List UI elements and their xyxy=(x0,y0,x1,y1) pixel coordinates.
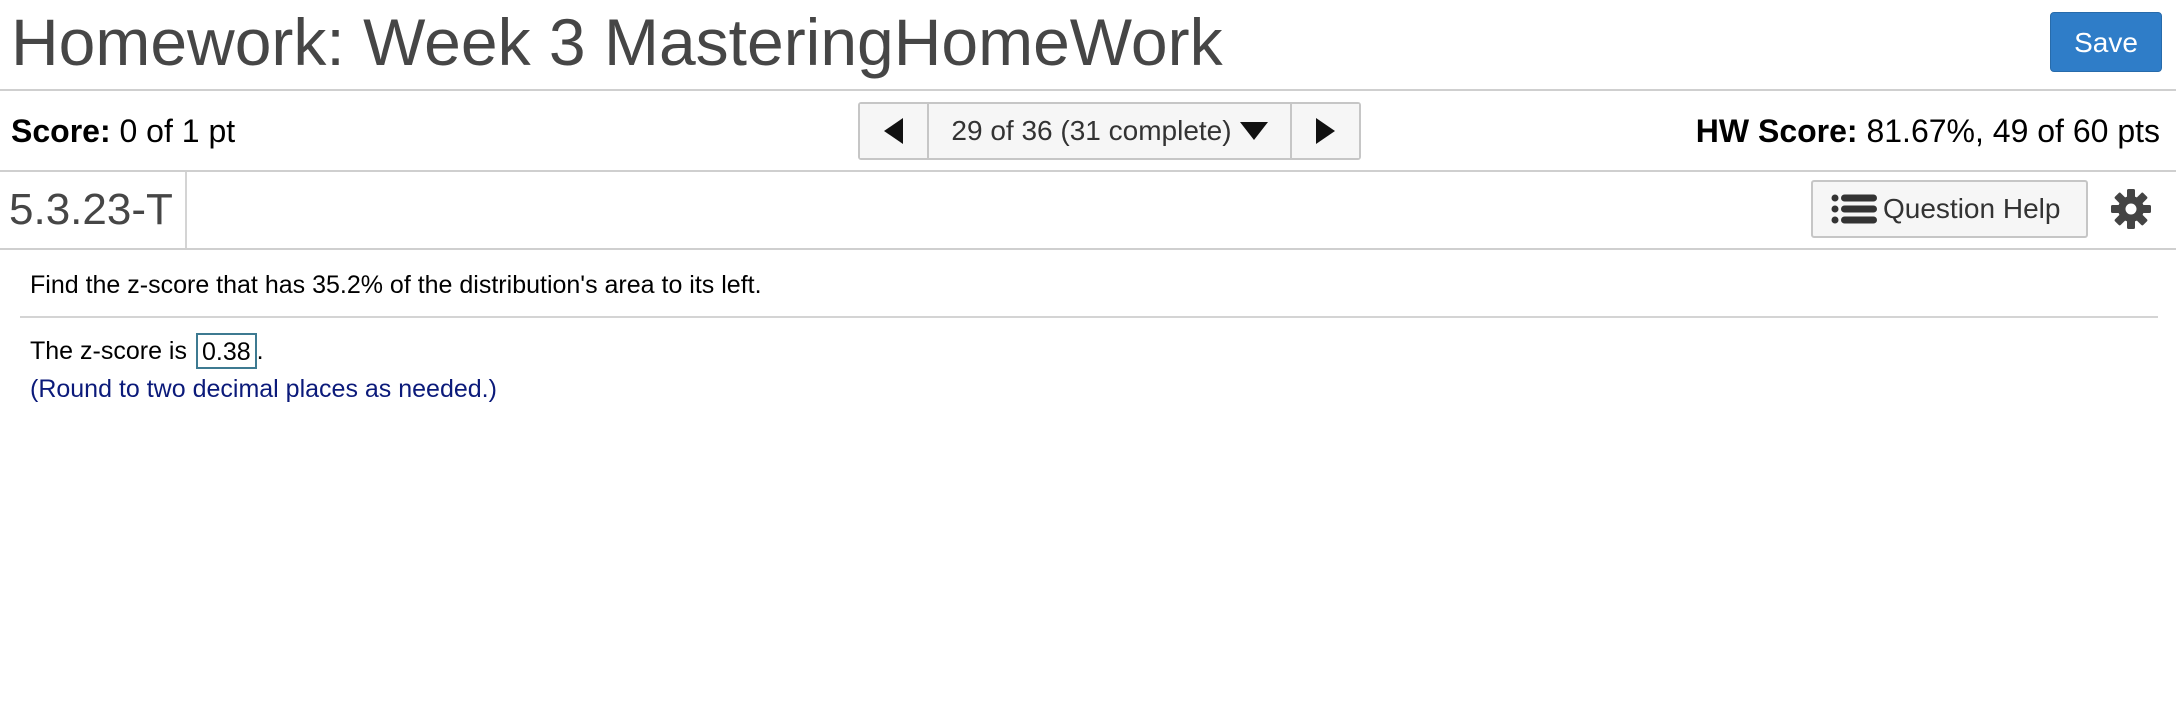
score-value: 0 of 1 pt xyxy=(119,113,236,149)
page-title: Homework: Week 3 MasteringHomeWork xyxy=(11,5,1223,79)
triangle-left-icon xyxy=(884,118,903,144)
answer-suffix: . xyxy=(256,337,264,365)
next-question-button[interactable] xyxy=(1290,104,1359,158)
list-icon xyxy=(1831,194,1877,224)
question-navigator: 29 of 36 (31 complete) xyxy=(858,102,1361,160)
rounding-hint: (Round to two decimal places as needed.) xyxy=(30,375,497,403)
question-prompt: Find the z-score that has 35.2% of the d… xyxy=(30,271,762,299)
answer-line: The z-score is 0.38 . xyxy=(30,332,264,370)
answer-input[interactable]: 0.38 xyxy=(195,333,257,369)
question-help-button[interactable]: Question Help xyxy=(1811,180,2088,238)
score-summary: Score: 0 of 1 pt xyxy=(11,111,235,151)
question-help-label: Question Help xyxy=(1883,193,2061,224)
content-divider xyxy=(20,316,2158,318)
question-selector-dropdown[interactable]: 29 of 36 (31 complete) xyxy=(929,104,1290,158)
score-label: Score: xyxy=(11,113,111,149)
title-bar: Homework: Week 3 MasteringHomeWork Save xyxy=(0,0,2176,91)
answer-prefix: The z-score is xyxy=(30,337,187,365)
save-button[interactable]: Save xyxy=(2050,12,2162,72)
hw-score-value: 81.67%, 49 of 60 pts xyxy=(1866,113,2160,149)
question-bar: 5.3.23-T Question Help xyxy=(0,172,2176,250)
hw-score-label: HW Score: xyxy=(1695,113,1858,149)
question-position: 29 of 36 (31 complete) xyxy=(951,115,1232,146)
score-bar: Score: 0 of 1 pt 29 of 36 (31 complete) … xyxy=(0,91,2176,172)
triangle-down-icon xyxy=(1239,122,1268,140)
previous-question-button[interactable] xyxy=(860,104,929,158)
divider xyxy=(185,172,187,248)
gear-icon[interactable] xyxy=(2110,188,2152,230)
triangle-right-icon xyxy=(1316,118,1335,144)
question-id: 5.3.23-T xyxy=(9,185,173,234)
hw-score-summary: HW Score: 81.67%, 49 of 60 pts xyxy=(1696,111,2160,151)
